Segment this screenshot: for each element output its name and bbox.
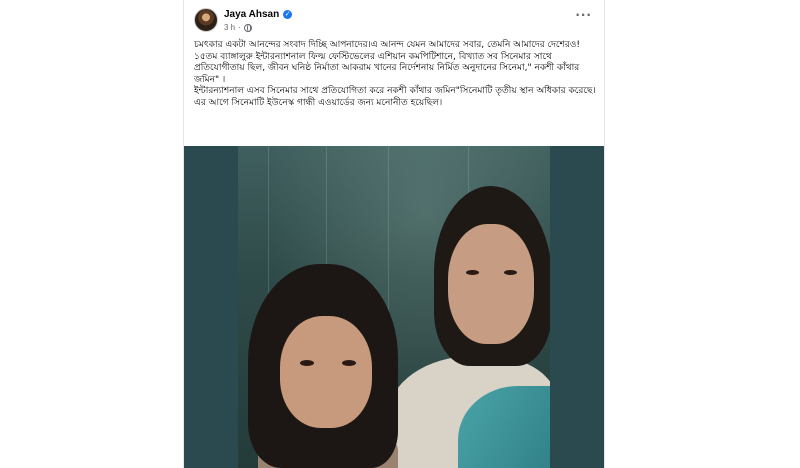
figure-left-face (280, 316, 372, 428)
post-paragraph: চমৎকার একটা আনন্দের সংবাদ দিচ্ছি আপনাদের… (194, 40, 581, 50)
more-options-icon[interactable]: ··· (575, 8, 592, 22)
post-paragraph: এর আগে সিনেমাটি ইউনেস্ক গান্ধী এওয়ার্ডে… (194, 97, 443, 108)
figure-right-eye (466, 270, 479, 275)
post-text: চমৎকার একটা আনন্দের সংবাদ দিচ্ছি আপনাদের… (194, 40, 598, 109)
author-name[interactable]: Jaya Ahsan (224, 9, 279, 20)
post-photo[interactable] (184, 146, 604, 468)
post-paragraph: ১৫তম ব্যাঙ্গালুরু ইন্টারন্যাশনাল ফিল্ম ফ… (194, 51, 580, 85)
author-row: Jaya Ahsan ✓ (224, 9, 293, 20)
globe-icon[interactable] (243, 23, 252, 32)
separator-dot: · (238, 23, 241, 32)
facebook-post: Jaya Ahsan ✓ 3 h · ··· চমৎকার একটা আনন্দ… (184, 0, 604, 468)
figure-right-eye (504, 270, 517, 275)
figure-right-face (448, 224, 534, 344)
figure-left-eye (342, 360, 356, 366)
movie-still-image (238, 146, 550, 468)
figure-left-eye (300, 360, 314, 366)
post-paragraph: ইন্টারন্যাশনাল এসব সিনেমার সাথে প্রতিযোগ… (194, 86, 596, 96)
verified-badge-icon: ✓ (283, 10, 293, 19)
post-header: Jaya Ahsan ✓ 3 h · ··· (184, 0, 604, 38)
post-time[interactable]: 3 h (224, 23, 235, 32)
post-meta: 3 h · (224, 23, 252, 32)
avatar[interactable] (194, 8, 218, 32)
